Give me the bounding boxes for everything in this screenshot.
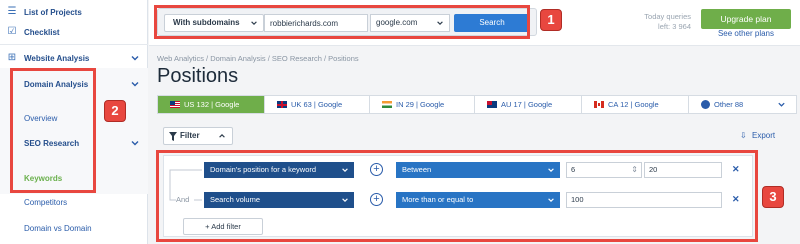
annotation-box-3 [156, 150, 758, 242]
breadcrumb[interactable]: Web Analytics / Domain Analysis / SEO Re… [157, 54, 359, 63]
sidebar-item-domain-vs-domain[interactable]: Domain vs Domain [0, 216, 148, 240]
globe-icon [701, 100, 710, 109]
checklist-icon: ☑ [7, 26, 17, 37]
sidebar-item-checklist[interactable]: ☑ Checklist [0, 20, 148, 44]
chevron-down-icon [778, 102, 785, 107]
tab-label: UK 63 | Google [291, 100, 343, 109]
chevron-up-icon [219, 134, 225, 138]
tab-uk[interactable]: UK 63 | Google [265, 96, 370, 113]
chevron-down-icon [131, 141, 139, 146]
filter-toggle-button[interactable]: Filter [163, 127, 233, 145]
tab-au[interactable]: AU 17 | Google [475, 96, 582, 113]
annotation-box-2 [10, 68, 96, 193]
funnel-icon [169, 132, 177, 141]
database-tabs: US 132 | Google UK 63 | Google IN 29 | G… [157, 95, 797, 114]
sidebar-item-competitors[interactable]: Competitors [0, 190, 148, 214]
sidebar-item-label: Competitors [24, 197, 68, 207]
chevron-down-icon [131, 82, 139, 87]
chevron-down-icon [131, 56, 139, 61]
india-flag-icon [382, 101, 392, 108]
export-label: Export [752, 131, 776, 140]
sitemap-icon: ⊞ [7, 52, 17, 63]
sidebar-item-label: List of Projects [24, 7, 82, 17]
australia-flag-icon [487, 101, 497, 108]
annotation-badge-1: 1 [540, 9, 562, 31]
sidebar-item-label: Domain vs Domain [24, 223, 92, 233]
see-other-plans-link[interactable]: See other plans [701, 29, 791, 38]
tab-us[interactable]: US 132 | Google [158, 96, 265, 113]
list-icon: ☰ [7, 6, 17, 17]
annotation-badge-3: 3 [762, 186, 784, 208]
sidebar-item-label: Website Analysis [24, 53, 90, 63]
canada-flag-icon [594, 101, 604, 108]
tab-label: US 132 | Google [184, 100, 240, 109]
tab-ca[interactable]: CA 12 | Google [582, 96, 689, 113]
tab-other[interactable]: Other 88 [689, 96, 796, 113]
us-flag-icon [170, 101, 180, 108]
annotation-box-1 [154, 5, 530, 39]
sidebar-item-website-analysis[interactable]: ⊞ Website Analysis [0, 46, 148, 70]
queries-label: Today queries [644, 12, 691, 21]
page-title: Positions [157, 65, 239, 87]
tab-in[interactable]: IN 29 | Google [370, 96, 475, 113]
filter-label: Filter [180, 131, 200, 140]
upgrade-plan-button[interactable]: Upgrade plan [701, 9, 791, 29]
queries-left: left: 3 964 [658, 22, 691, 31]
tab-label: AU 17 | Google [501, 100, 553, 109]
export-button[interactable]: ⇩ Export [740, 131, 776, 140]
tab-label: CA 12 | Google [608, 100, 659, 109]
queries-counter: Today queries left: 3 964 [611, 12, 691, 32]
export-icon: ⇩ [740, 131, 747, 140]
tab-label: IN 29 | Google [396, 100, 445, 109]
sidebar-divider [0, 44, 148, 45]
annotation-badge-2: 2 [104, 100, 126, 122]
uk-flag-icon [277, 101, 287, 108]
tab-label: Other 88 [714, 100, 744, 109]
sidebar-item-label: Checklist [24, 27, 60, 37]
